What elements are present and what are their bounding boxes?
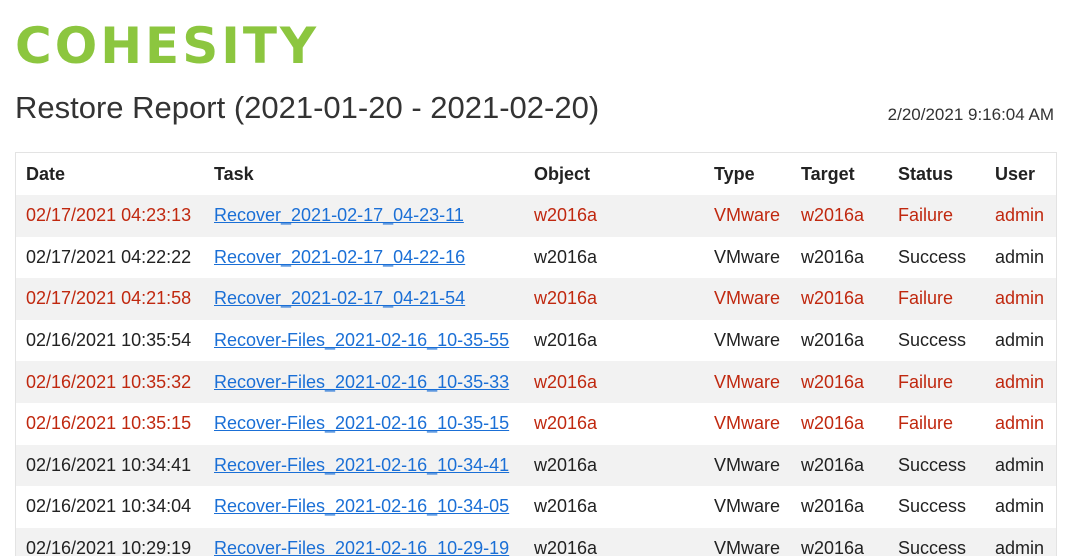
cell-object: w2016a [534, 371, 598, 392]
cell-status: Failure [898, 288, 954, 309]
cell-object: w2016a [534, 330, 598, 351]
cell-date: 02/16/2021 10:35:54 [26, 330, 192, 351]
cell-status: Success [898, 496, 967, 517]
task-link[interactable]: Recover_2021-02-17_04-22-16 [214, 247, 465, 267]
column-header-type: Type [714, 163, 755, 184]
cell-date: 02/16/2021 10:34:41 [26, 454, 192, 475]
column-header-status: Status [898, 163, 954, 184]
report-title: Restore Report (2021-01-20 - 2021-02-20) [15, 90, 600, 125]
task-link[interactable]: Recover-Files_2021-02-16_10-35-55 [214, 330, 509, 350]
cell-user: admin [995, 371, 1045, 392]
cell-object: w2016a [534, 496, 598, 517]
cell-target: w2016a [801, 205, 865, 226]
cell-target: w2016a [801, 496, 865, 517]
cell-user: admin [995, 413, 1045, 434]
cell-target: w2016a [801, 454, 865, 475]
cell-date: 02/16/2021 10:35:15 [26, 413, 192, 434]
column-header-target: Target [801, 163, 855, 184]
cell-task: Recover_2021-02-17_04-21-54 [204, 278, 524, 320]
table-row: 02/16/2021 10:34:04 Recover-Files_2021-02… [16, 486, 1056, 528]
cell-task: Recover_2021-02-17_04-22-16 [204, 237, 524, 279]
cell-task: Recover-Files_2021-02-16_10-35-33 [204, 361, 524, 403]
cell-target: w2016a [801, 371, 865, 392]
cell-status: Success [898, 246, 967, 267]
cell-user: admin [995, 288, 1045, 309]
cell-task: Recover-Files_2021-02-16_10-35-55 [204, 320, 524, 362]
cell-object: w2016a [534, 454, 598, 475]
cell-type: VMware [714, 205, 781, 226]
task-link[interactable]: Recover-Files_2021-02-16_10-35-33 [214, 372, 509, 392]
cell-type: VMware [714, 246, 781, 267]
cell-type: VMware [714, 413, 781, 434]
cell-status: Success [898, 330, 967, 351]
cell-type: VMware [714, 330, 781, 351]
cell-date: 02/17/2021 04:22:22 [26, 246, 192, 267]
cell-task: Recover-Files_2021-02-16_10-34-41 [204, 445, 524, 487]
cell-user: admin [995, 330, 1045, 351]
cell-user: admin [995, 205, 1045, 226]
cell-type: VMware [714, 454, 781, 475]
task-link[interactable]: Recover_2021-02-17_04-23-11 [214, 205, 464, 225]
cell-task: Recover-Files_2021-02-16_10-34-05 [204, 486, 524, 528]
cell-task: Recover-Files_2021-02-16_10-35-15 [204, 403, 524, 445]
task-link[interactable]: Recover-Files_2021-02-16_10-34-41 [214, 455, 509, 475]
cell-date: 02/16/2021 10:35:32 [26, 371, 192, 392]
table-row: 02/17/2021 04:22:22 Recover_2021-02-17_04… [16, 236, 1056, 279]
restore-table-container: Date Task Object Type Target Status User… [15, 152, 1057, 556]
task-link[interactable]: Recover-Files_2021-02-16_10-35-15 [214, 413, 509, 433]
cell-user: admin [995, 454, 1045, 475]
table-row: 02/16/2021 10:29:19 Recover-Files_2021-02… [16, 527, 1056, 556]
cell-target: w2016a [801, 413, 865, 434]
cell-object: w2016a [534, 246, 598, 267]
cell-task: Recover-Files_2021-02-16_10-29-19 [204, 528, 524, 556]
column-header-user: User [995, 163, 1036, 184]
cell-target: w2016a [801, 246, 865, 267]
cell-task: Recover_2021-02-17_04-23-11 [204, 195, 524, 237]
cell-date: 02/16/2021 10:34:04 [26, 496, 192, 517]
cell-status: Failure [898, 205, 954, 226]
restore-table: Date Task Object Type Target Status User… [16, 153, 1056, 556]
cell-date: 02/17/2021 04:21:58 [26, 288, 192, 309]
column-header-task: Task [214, 163, 254, 184]
table-header-row: Date Task Object Type Target Status User [16, 153, 1056, 195]
task-link[interactable]: Recover-Files_2021-02-16_10-29-19 [214, 538, 509, 556]
cell-object: w2016a [534, 205, 598, 226]
cell-target: w2016a [801, 288, 865, 309]
cell-object: w2016a [534, 413, 598, 434]
cell-date: 02/16/2021 10:29:19 [26, 538, 192, 556]
cell-user: admin [995, 496, 1045, 517]
cell-date: 02/17/2021 04:23:13 [26, 205, 192, 226]
column-header-date: Date [26, 163, 66, 184]
cell-object: w2016a [534, 288, 598, 309]
cohesity-logo: COHESITY [15, 17, 320, 75]
table-row: 02/16/2021 10:34:41 Recover-Files_2021-02… [16, 444, 1056, 487]
table-row: 02/16/2021 10:35:15 Recover-Files_2021-02… [16, 402, 1056, 445]
table-row: 02/17/2021 04:23:13 Recover_2021-02-17_04… [16, 195, 1056, 237]
cell-status: Success [898, 454, 967, 475]
table-row: 02/17/2021 04:21:58 Recover_2021-02-17_04… [16, 278, 1056, 320]
report-timestamp: 2/20/2021 9:16:04 AM [887, 105, 1054, 124]
cell-type: VMware [714, 496, 781, 517]
table-row: 02/16/2021 10:35:32 Recover-Files_2021-02… [16, 361, 1056, 403]
table-row: 02/16/2021 10:35:54 Recover-Files_2021-02… [16, 319, 1056, 362]
task-link[interactable]: Recover_2021-02-17_04-21-54 [214, 288, 465, 308]
cell-user: admin [995, 538, 1045, 556]
cell-type: VMware [714, 538, 781, 556]
cell-status: Failure [898, 413, 954, 434]
cell-target: w2016a [801, 538, 865, 556]
cell-user: admin [995, 246, 1045, 267]
task-link[interactable]: Recover-Files_2021-02-16_10-34-05 [214, 496, 509, 516]
cell-status: Failure [898, 371, 954, 392]
column-header-object: Object [534, 163, 591, 184]
cell-target: w2016a [801, 330, 865, 351]
cell-status: Success [898, 538, 967, 556]
cell-type: VMware [714, 288, 781, 309]
cell-type: VMware [714, 371, 781, 392]
cell-object: w2016a [534, 538, 598, 556]
